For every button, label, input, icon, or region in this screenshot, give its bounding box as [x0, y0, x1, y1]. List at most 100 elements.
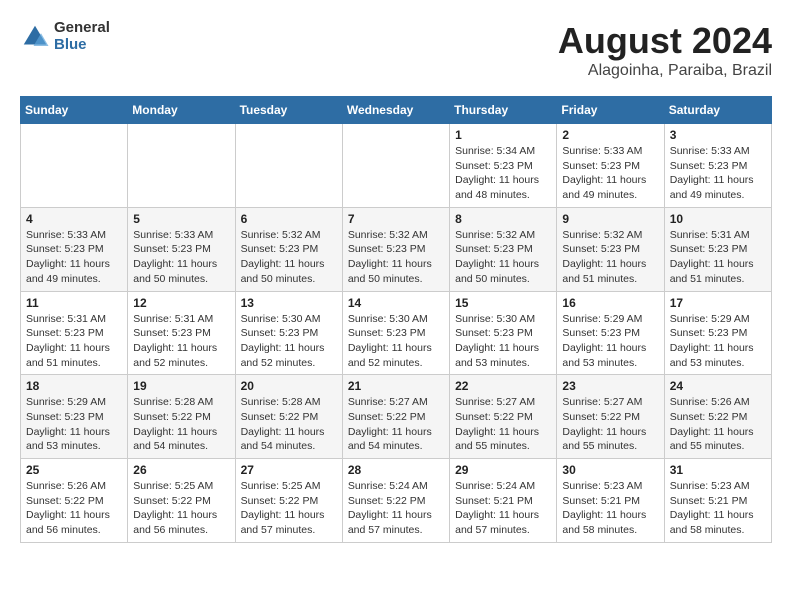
day-info: Sunrise: 5:33 AM Sunset: 5:23 PM Dayligh…	[133, 228, 229, 287]
day-info: Sunrise: 5:25 AM Sunset: 5:22 PM Dayligh…	[241, 479, 337, 538]
day-number: 30	[562, 463, 658, 477]
header-wednesday: Wednesday	[342, 97, 449, 124]
header-saturday: Saturday	[664, 97, 771, 124]
day-number: 1	[455, 128, 551, 142]
calendar-cell: 4 Sunrise: 5:33 AM Sunset: 5:23 PM Daylig…	[21, 207, 128, 291]
day-number: 27	[241, 463, 337, 477]
week-row-5: 25 Sunrise: 5:26 AM Sunset: 5:22 PM Dayli…	[21, 459, 772, 543]
header-friday: Friday	[557, 97, 664, 124]
day-info: Sunrise: 5:31 AM Sunset: 5:23 PM Dayligh…	[670, 228, 766, 287]
week-row-3: 11 Sunrise: 5:31 AM Sunset: 5:23 PM Dayli…	[21, 291, 772, 375]
header-sunday: Sunday	[21, 97, 128, 124]
day-info: Sunrise: 5:25 AM Sunset: 5:22 PM Dayligh…	[133, 479, 229, 538]
calendar-cell: 1 Sunrise: 5:34 AM Sunset: 5:23 PM Daylig…	[450, 124, 557, 208]
week-row-2: 4 Sunrise: 5:33 AM Sunset: 5:23 PM Daylig…	[21, 207, 772, 291]
day-info: Sunrise: 5:23 AM Sunset: 5:21 PM Dayligh…	[562, 479, 658, 538]
calendar-cell: 22Sunrise: 5:27 AM Sunset: 5:22 PM Dayli…	[450, 375, 557, 459]
calendar-cell: 25 Sunrise: 5:26 AM Sunset: 5:22 PM Dayli…	[21, 459, 128, 543]
day-info: Sunrise: 5:26 AM Sunset: 5:22 PM Dayligh…	[670, 395, 766, 454]
calendar-subtitle: Alagoinha, Paraiba, Brazil	[558, 62, 772, 80]
day-info: Sunrise: 5:28 AM Sunset: 5:22 PM Dayligh…	[241, 395, 337, 454]
day-number: 25	[26, 463, 122, 477]
calendar-cell: 5 Sunrise: 5:33 AM Sunset: 5:23 PM Daylig…	[128, 207, 235, 291]
day-info: Sunrise: 5:33 AM Sunset: 5:23 PM Dayligh…	[26, 228, 122, 287]
day-number: 23	[562, 379, 658, 393]
day-info: Sunrise: 5:34 AM Sunset: 5:23 PM Dayligh…	[455, 144, 551, 203]
calendar-cell: 19 Sunrise: 5:28 AM Sunset: 5:22 PM Dayli…	[128, 375, 235, 459]
calendar-cell	[342, 124, 449, 208]
day-number: 20	[241, 379, 337, 393]
day-number: 8	[455, 212, 551, 226]
day-number: 9	[562, 212, 658, 226]
day-number: 13	[241, 296, 337, 310]
header-tuesday: Tuesday	[235, 97, 342, 124]
day-number: 10	[670, 212, 766, 226]
calendar-cell: 28Sunrise: 5:24 AM Sunset: 5:22 PM Dayli…	[342, 459, 449, 543]
calendar-table: SundayMondayTuesdayWednesdayThursdayFrid…	[20, 96, 772, 543]
day-info: Sunrise: 5:32 AM Sunset: 5:23 PM Dayligh…	[348, 228, 444, 287]
page-header: General Blue August 2024 Alagoinha, Para…	[20, 20, 772, 80]
day-number: 18	[26, 379, 122, 393]
calendar-cell: 21Sunrise: 5:27 AM Sunset: 5:22 PM Dayli…	[342, 375, 449, 459]
calendar-title: August 2024	[558, 20, 772, 62]
day-number: 16	[562, 296, 658, 310]
day-info: Sunrise: 5:24 AM Sunset: 5:22 PM Dayligh…	[348, 479, 444, 538]
calendar-cell: 15Sunrise: 5:30 AM Sunset: 5:23 PM Dayli…	[450, 291, 557, 375]
calendar-cell: 30 Sunrise: 5:23 AM Sunset: 5:21 PM Dayli…	[557, 459, 664, 543]
day-info: Sunrise: 5:30 AM Sunset: 5:23 PM Dayligh…	[241, 312, 337, 371]
calendar-body: 1 Sunrise: 5:34 AM Sunset: 5:23 PM Daylig…	[21, 124, 772, 543]
week-row-4: 18 Sunrise: 5:29 AM Sunset: 5:23 PM Dayli…	[21, 375, 772, 459]
day-info: Sunrise: 5:24 AM Sunset: 5:21 PM Dayligh…	[455, 479, 551, 538]
calendar-cell: 27 Sunrise: 5:25 AM Sunset: 5:22 PM Dayli…	[235, 459, 342, 543]
day-number: 31	[670, 463, 766, 477]
day-info: Sunrise: 5:33 AM Sunset: 5:23 PM Dayligh…	[562, 144, 658, 203]
calendar-cell: 9 Sunrise: 5:32 AM Sunset: 5:23 PM Daylig…	[557, 207, 664, 291]
day-number: 24	[670, 379, 766, 393]
logo-icon	[20, 22, 50, 52]
day-info: Sunrise: 5:33 AM Sunset: 5:23 PM Dayligh…	[670, 144, 766, 203]
day-info: Sunrise: 5:27 AM Sunset: 5:22 PM Dayligh…	[562, 395, 658, 454]
day-info: Sunrise: 5:32 AM Sunset: 5:23 PM Dayligh…	[455, 228, 551, 287]
calendar-cell: 29 Sunrise: 5:24 AM Sunset: 5:21 PM Dayli…	[450, 459, 557, 543]
calendar-cell: 14Sunrise: 5:30 AM Sunset: 5:23 PM Dayli…	[342, 291, 449, 375]
calendar-cell: 20 Sunrise: 5:28 AM Sunset: 5:22 PM Dayli…	[235, 375, 342, 459]
day-info: Sunrise: 5:29 AM Sunset: 5:23 PM Dayligh…	[26, 395, 122, 454]
logo-general-text: General	[54, 20, 110, 37]
week-row-1: 1 Sunrise: 5:34 AM Sunset: 5:23 PM Daylig…	[21, 124, 772, 208]
calendar-cell: 26 Sunrise: 5:25 AM Sunset: 5:22 PM Dayli…	[128, 459, 235, 543]
calendar-header: SundayMondayTuesdayWednesdayThursdayFrid…	[21, 97, 772, 124]
day-number: 3	[670, 128, 766, 142]
header-row: SundayMondayTuesdayWednesdayThursdayFrid…	[21, 97, 772, 124]
day-info: Sunrise: 5:28 AM Sunset: 5:22 PM Dayligh…	[133, 395, 229, 454]
day-number: 21	[348, 379, 444, 393]
calendar-cell: 2 Sunrise: 5:33 AM Sunset: 5:23 PM Daylig…	[557, 124, 664, 208]
day-number: 2	[562, 128, 658, 142]
calendar-cell	[128, 124, 235, 208]
day-number: 29	[455, 463, 551, 477]
day-number: 7	[348, 212, 444, 226]
calendar-cell: 13 Sunrise: 5:30 AM Sunset: 5:23 PM Dayli…	[235, 291, 342, 375]
calendar-cell: 7 Sunrise: 5:32 AM Sunset: 5:23 PM Daylig…	[342, 207, 449, 291]
day-number: 4	[26, 212, 122, 226]
logo: General Blue	[20, 20, 110, 53]
day-number: 6	[241, 212, 337, 226]
day-info: Sunrise: 5:26 AM Sunset: 5:22 PM Dayligh…	[26, 479, 122, 538]
day-number: 12	[133, 296, 229, 310]
calendar-cell: 8 Sunrise: 5:32 AM Sunset: 5:23 PM Daylig…	[450, 207, 557, 291]
day-number: 26	[133, 463, 229, 477]
day-number: 11	[26, 296, 122, 310]
calendar-cell: 18 Sunrise: 5:29 AM Sunset: 5:23 PM Dayli…	[21, 375, 128, 459]
day-number: 22	[455, 379, 551, 393]
calendar-cell: 11 Sunrise: 5:31 AM Sunset: 5:23 PM Dayli…	[21, 291, 128, 375]
day-number: 19	[133, 379, 229, 393]
day-info: Sunrise: 5:32 AM Sunset: 5:23 PM Dayligh…	[241, 228, 337, 287]
calendar-cell: 17Sunrise: 5:29 AM Sunset: 5:23 PM Dayli…	[664, 291, 771, 375]
calendar-cell: 24 Sunrise: 5:26 AM Sunset: 5:22 PM Dayli…	[664, 375, 771, 459]
day-info: Sunrise: 5:31 AM Sunset: 5:23 PM Dayligh…	[26, 312, 122, 371]
day-info: Sunrise: 5:30 AM Sunset: 5:23 PM Dayligh…	[348, 312, 444, 371]
day-info: Sunrise: 5:32 AM Sunset: 5:23 PM Dayligh…	[562, 228, 658, 287]
day-number: 5	[133, 212, 229, 226]
day-number: 17	[670, 296, 766, 310]
calendar-cell: 12Sunrise: 5:31 AM Sunset: 5:23 PM Dayli…	[128, 291, 235, 375]
day-number: 15	[455, 296, 551, 310]
